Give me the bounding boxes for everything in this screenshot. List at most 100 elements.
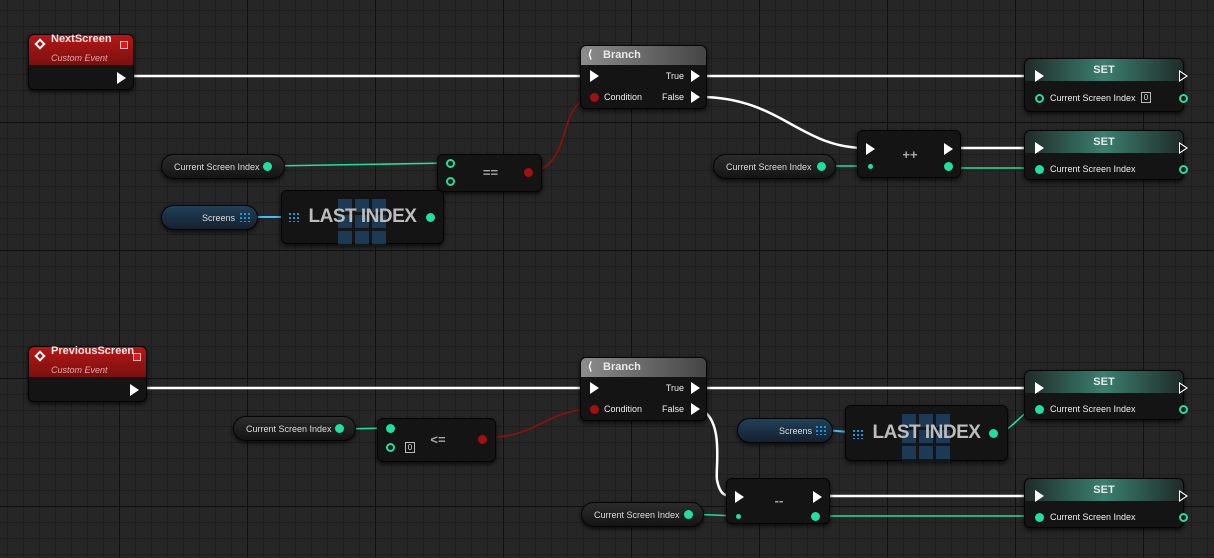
exec-out-pin[interactable] — [944, 143, 953, 155]
integer-out-pin[interactable] — [1179, 405, 1188, 414]
variable-label: Current Screen Index — [726, 162, 812, 172]
increment-operator: ++ — [902, 147, 918, 162]
false-label: False — [661, 404, 684, 414]
set-header: SET — [1025, 131, 1183, 153]
current-screen-index-getter[interactable]: Current Screen Index — [233, 416, 356, 441]
true-exec-pin[interactable] — [691, 70, 700, 82]
integer-in-pin[interactable] — [1035, 94, 1044, 103]
event-title: PreviousScreen — [51, 345, 135, 357]
equals-node[interactable]: == — [437, 154, 542, 192]
decrement-operator: -- — [774, 493, 784, 508]
exec-in-pin[interactable] — [1035, 382, 1044, 394]
decrement-node[interactable]: -- — [726, 478, 830, 524]
integer-out-pin[interactable] — [811, 512, 820, 521]
integer-out-pin[interactable] — [1179, 513, 1188, 522]
exec-in-pin[interactable] — [590, 70, 599, 82]
set-node[interactable]: SET Current Screen Index — [1024, 130, 1188, 180]
integer-out-pin[interactable] — [989, 429, 998, 438]
integer-in-pin-b[interactable] — [446, 177, 455, 186]
false-exec-pin[interactable] — [691, 91, 700, 103]
condition-pin[interactable] — [590, 405, 599, 414]
event-header: PreviousScreen Custom Event — [29, 345, 146, 377]
integer-out-pin[interactable] — [263, 162, 272, 171]
integer-out-pin[interactable] — [944, 162, 953, 171]
branch-node[interactable]: ⟨ Branch Condition True False — [580, 45, 707, 109]
pin-label: Current Screen Index — [1050, 164, 1136, 174]
set-title: SET — [1093, 64, 1115, 76]
exec-out-pin[interactable] — [1179, 70, 1188, 82]
current-screen-index-getter[interactable]: Current Screen Index — [161, 154, 285, 179]
previous-screen-event-node[interactable]: PreviousScreen Custom Event — [28, 345, 147, 402]
literal-zero-box[interactable]: 0 — [405, 442, 415, 453]
exec-out-pin[interactable] — [1179, 382, 1188, 394]
boolean-out-pin[interactable] — [524, 168, 533, 177]
integer-out-pin[interactable] — [1179, 94, 1188, 103]
branch-header: ⟨ Branch — [581, 358, 706, 377]
exec-in-pin[interactable] — [590, 382, 599, 394]
increment-node[interactable]: ++ — [857, 130, 961, 178]
exec-in-pin[interactable] — [735, 491, 744, 503]
boolean-out-pin[interactable] — [478, 435, 487, 444]
integer-wire — [269, 162, 450, 167]
integer-out-pin[interactable] — [817, 162, 826, 171]
default-value-box[interactable]: 0 — [1141, 92, 1151, 103]
current-screen-index-getter[interactable]: Current Screen Index — [581, 502, 704, 527]
set-header: SET — [1025, 479, 1183, 501]
branch-icon: ⟨ — [588, 361, 593, 373]
delegate-icon[interactable] — [120, 41, 128, 49]
integer-in-pin[interactable] — [1035, 513, 1044, 522]
integer-in-pin[interactable] — [868, 164, 873, 169]
set-node[interactable]: SET Current Screen Index — [1024, 370, 1188, 420]
last-index-node[interactable]: LAST INDEX — [281, 190, 444, 247]
screens-getter[interactable]: Screens — [737, 418, 833, 443]
current-screen-index-getter[interactable]: Current Screen Index — [713, 154, 836, 179]
exec-out-pin[interactable] — [117, 72, 126, 84]
integer-in-pin[interactable] — [1035, 165, 1044, 174]
integer-out-pin[interactable] — [426, 213, 435, 222]
next-screen-event-node[interactable]: NextScreen Custom Event — [28, 33, 134, 90]
less-equal-node[interactable]: 0 <= — [377, 418, 496, 462]
exec-in-pin[interactable] — [1035, 142, 1044, 154]
variable-label: Current Screen Index — [594, 510, 680, 520]
set-title: SET — [1093, 136, 1115, 148]
integer-in-pin-a[interactable] — [386, 424, 395, 433]
branch-header: ⟨ Branch — [581, 46, 706, 65]
exec-out-pin[interactable] — [130, 384, 139, 396]
variable-label: Screens — [202, 213, 236, 223]
integer-out-pin[interactable] — [1179, 165, 1188, 174]
branch-icon: ⟨ — [588, 49, 593, 61]
true-exec-pin[interactable] — [691, 382, 700, 394]
exec-in-pin[interactable] — [1035, 490, 1044, 502]
pin-label: Current Screen Index — [1050, 93, 1136, 103]
less-equal-operator: <= — [430, 432, 446, 447]
exec-out-pin[interactable] — [1179, 490, 1188, 502]
set-node[interactable]: SET Current Screen Index 0 — [1024, 58, 1188, 112]
false-label: False — [661, 92, 684, 102]
integer-in-pin[interactable] — [736, 514, 741, 519]
integer-in-pin-a[interactable] — [446, 159, 455, 168]
last-index-label: LAST INDEX — [872, 422, 981, 443]
false-exec-pin[interactable] — [691, 403, 700, 415]
event-subtitle: Custom Event — [51, 53, 108, 63]
set-node[interactable]: SET Current Screen Index — [1024, 478, 1188, 528]
integer-out-pin[interactable] — [684, 510, 693, 519]
integer-in-pin[interactable] — [1035, 405, 1044, 414]
variable-label: Screens — [779, 426, 813, 436]
condition-label: Condition — [604, 92, 643, 102]
exec-out-pin[interactable] — [1179, 142, 1188, 154]
array-grid-icon[interactable] — [816, 426, 826, 435]
set-header: SET — [1025, 59, 1183, 81]
last-index-node[interactable]: LAST INDEX — [845, 405, 1008, 462]
exec-in-pin[interactable] — [1035, 70, 1044, 82]
exec-out-pin[interactable] — [813, 491, 822, 503]
integer-in-pin-b[interactable] — [386, 443, 395, 452]
branch-node[interactable]: ⟨ Branch Condition True False — [580, 357, 707, 421]
delegate-icon[interactable] — [133, 353, 141, 361]
array-grid-icon[interactable] — [240, 213, 250, 222]
branch-title: Branch — [603, 49, 641, 61]
exec-in-pin[interactable] — [866, 143, 875, 155]
boolean-wire — [481, 408, 595, 439]
integer-out-pin[interactable] — [335, 424, 344, 433]
screens-getter[interactable]: Screens — [161, 205, 258, 230]
condition-pin[interactable] — [590, 93, 599, 102]
